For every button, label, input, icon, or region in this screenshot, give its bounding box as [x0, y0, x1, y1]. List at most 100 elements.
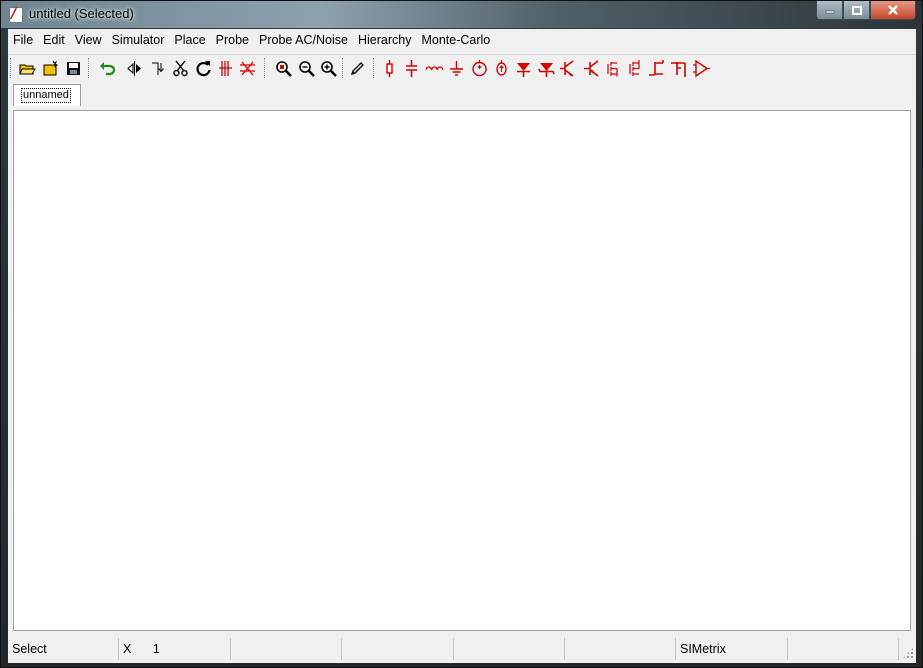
status-cell-3: [231, 638, 342, 660]
client-area: File Edit View Simulator Place Probe Pro…: [8, 29, 916, 663]
menu-probe-ac-noise[interactable]: Probe AC/Noise: [254, 29, 353, 51]
opamp-icon: [692, 59, 710, 77]
menu-monte-carlo[interactable]: Monte-Carlo: [416, 29, 495, 51]
voltage-source-icon: [471, 59, 487, 76]
pnp-transistor-icon: [583, 59, 598, 77]
bus-button[interactable]: [216, 58, 234, 78]
place-current-source-button[interactable]: [492, 58, 510, 78]
status-app-name: SIMetrix: [676, 638, 788, 660]
zoom-in-button[interactable]: [319, 58, 337, 78]
tab-unnamed[interactable]: unnamed: [13, 84, 81, 106]
place-voltage-source-button[interactable]: [470, 58, 488, 78]
menu-place[interactable]: Place: [169, 29, 210, 51]
zoom-out-button[interactable]: [297, 58, 315, 78]
open-folder-icon: [18, 64, 36, 74]
menu-bar: File Edit View Simulator Place Probe Pro…: [8, 29, 916, 51]
toolbar: [8, 54, 916, 81]
place-njfet-button[interactable]: [647, 58, 665, 78]
simetrix-logo-icon[interactable]: /: [9, 6, 23, 23]
place-zener-button[interactable]: [537, 58, 555, 78]
status-coordinate: X 1: [119, 638, 231, 660]
minimize-button[interactable]: [816, 1, 843, 20]
npn-transistor-icon: [559, 59, 573, 77]
toolbar-separator: [342, 58, 345, 78]
toolbar-separator: [373, 58, 376, 78]
minimize-icon: [825, 10, 834, 14]
capacitor-icon: [405, 59, 417, 77]
flip-horizontal-icon: [126, 60, 141, 76]
place-nmos-button[interactable]: [603, 58, 621, 78]
menu-file[interactable]: File: [8, 29, 38, 51]
status-cell-4: [342, 638, 454, 660]
status-cell-8: [788, 638, 899, 660]
menu-hierarchy[interactable]: Hierarchy: [353, 29, 417, 51]
rotate-button[interactable]: [194, 58, 212, 78]
status-bar: Select X 1 SIMetrix: [8, 637, 916, 661]
status-cell-6: [565, 638, 676, 660]
save-button[interactable]: [64, 58, 82, 78]
bus-icon: [218, 60, 232, 76]
draw-wire-button[interactable]: [348, 58, 366, 78]
window-title: untitled (Selected): [29, 6, 134, 21]
schematic-canvas[interactable]: [13, 110, 911, 631]
place-npn-button[interactable]: [559, 58, 577, 78]
toolbar-separator: [88, 58, 91, 78]
ground-icon: [449, 60, 463, 76]
resistor-icon: [385, 59, 393, 77]
place-opamp-button[interactable]: [692, 58, 710, 78]
new-file-icon: [43, 60, 58, 75]
wire-delete-icon: [239, 61, 255, 75]
maximize-button[interactable]: [843, 1, 870, 20]
toolbar-grip[interactable]: [10, 58, 13, 78]
menu-view[interactable]: View: [70, 29, 107, 51]
undo-button[interactable]: [98, 58, 116, 78]
place-pmos-button[interactable]: [625, 58, 643, 78]
undo-icon: [99, 61, 115, 75]
inductor-icon: [425, 65, 443, 70]
flip-vertical-icon: [151, 62, 164, 75]
pjfet-icon: [670, 61, 686, 77]
app-window: / untitled (Selected) File Edit View Sim…: [0, 0, 923, 668]
place-capacitor-button[interactable]: [402, 58, 420, 78]
place-resistor-button[interactable]: [380, 58, 398, 78]
current-source-icon: [495, 59, 507, 76]
wire-delete-button[interactable]: [238, 58, 256, 78]
resize-grip-icon[interactable]: [902, 647, 914, 659]
zoom-full-button[interactable]: [274, 58, 292, 78]
cut-button[interactable]: [171, 58, 189, 78]
close-button[interactable]: [870, 1, 916, 20]
title-bar[interactable]: / untitled (Selected): [1, 1, 922, 28]
zener-diode-icon: [537, 62, 555, 77]
menu-probe[interactable]: Probe: [211, 29, 254, 51]
place-pjfet-button[interactable]: [669, 58, 687, 78]
window-controls: [816, 1, 916, 20]
close-icon: [888, 5, 898, 15]
pmos-icon: [628, 59, 640, 76]
zoom-out-icon: [298, 60, 315, 77]
flip-vertical-button[interactable]: [148, 58, 166, 78]
open-button[interactable]: [18, 58, 36, 78]
maximize-icon: [851, 5, 862, 15]
save-icon: [66, 61, 80, 75]
status-cell-5: [454, 638, 565, 660]
status-x-value: 1: [152, 642, 160, 656]
status-mode: Select: [8, 638, 119, 660]
nmos-icon: [606, 61, 618, 76]
cut-icon: [172, 60, 188, 76]
place-diode-button[interactable]: [514, 58, 532, 78]
new-button[interactable]: [41, 58, 59, 78]
rotate-icon: [195, 60, 211, 76]
zoom-full-icon: [275, 60, 292, 77]
place-ground-button[interactable]: [447, 58, 465, 78]
njfet-icon: [648, 59, 664, 76]
menu-simulator[interactable]: Simulator: [107, 29, 170, 51]
flip-horizontal-button[interactable]: [125, 58, 143, 78]
place-inductor-button[interactable]: [425, 58, 443, 78]
tab-label: unnamed: [21, 88, 71, 103]
pencil-icon: [350, 61, 364, 75]
diode-icon: [516, 62, 530, 77]
status-x-label: X: [123, 642, 132, 656]
place-pnp-button[interactable]: [581, 58, 599, 78]
menu-edit[interactable]: Edit: [38, 29, 70, 51]
tab-bar: unnamed: [8, 83, 916, 107]
